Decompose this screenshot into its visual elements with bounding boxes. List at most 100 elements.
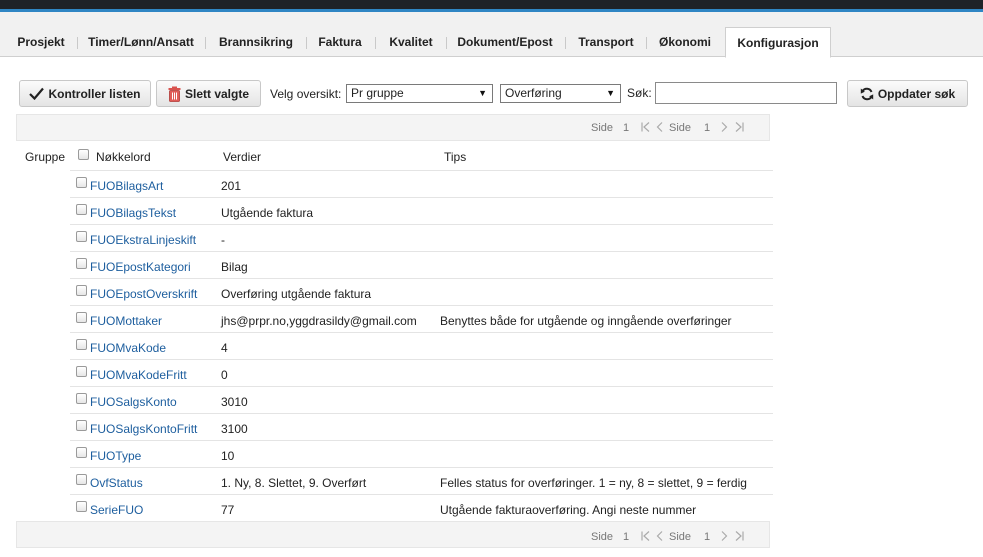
row-value: 201: [221, 179, 242, 193]
row-value: Bilag: [221, 260, 248, 274]
table-row: FUOMottaker jhs@prpr.no,yggdrasildy@gmai…: [70, 305, 773, 332]
tab-konfigurasjon[interactable]: Konfigurasjon: [725, 27, 831, 58]
refresh-search-button[interactable]: Oppdater søk: [847, 80, 968, 107]
first-page-icon[interactable]: [640, 530, 652, 545]
pager-total-pages: 1: [704, 531, 711, 543]
row-checkbox[interactable]: [76, 231, 87, 242]
pager-side-label: Side: [591, 122, 614, 134]
tab-separator: [77, 37, 78, 49]
row-key-link[interactable]: FUOType: [90, 449, 141, 463]
pager-current-page: 1: [623, 531, 630, 543]
row-tip: Felles status for overføringer. 1 = ny, …: [440, 476, 747, 490]
row-value: 77: [221, 503, 235, 517]
checkmark-icon: [29, 87, 45, 100]
row-key-link[interactable]: OvfStatus: [90, 476, 143, 490]
tab-prosjekt[interactable]: Prosjekt: [12, 27, 70, 57]
pager-total-pages: 1: [704, 122, 711, 134]
row-checkbox[interactable]: [76, 501, 87, 512]
pager-top: Side 1 Side 1: [16, 114, 770, 141]
pager-side-label: Side: [591, 531, 614, 543]
view-select[interactable]: Pr gruppe ▼: [346, 84, 493, 103]
row-tip: Utgående fakturaoverføring. Angi neste n…: [440, 503, 697, 517]
row-key-link[interactable]: FUOMvaKodeFritt: [90, 368, 187, 382]
column-header-values: Verdier: [223, 150, 262, 164]
row-value: 3010: [221, 395, 248, 409]
row-value: Overføring utgående faktura: [221, 287, 372, 301]
dropdown-arrow-icon: ▼: [606, 88, 615, 98]
select-all-checkbox[interactable]: [78, 149, 89, 160]
table-row: FUOEkstraLinjeskift -: [70, 224, 773, 251]
row-checkbox[interactable]: [76, 447, 87, 458]
row-key-link[interactable]: SerieFUO: [90, 503, 143, 517]
check-list-button[interactable]: Kontroller listen: [19, 80, 151, 107]
view-select-value: Pr gruppe: [351, 86, 404, 100]
row-key-link[interactable]: FUOEpostKategori: [90, 260, 191, 274]
row-key-link[interactable]: FUOBilagsArt: [90, 179, 163, 193]
table-row: FUOBilagsArt 201: [70, 170, 773, 197]
row-value: jhs@prpr.no,yggdrasildy@gmail.com: [221, 314, 417, 328]
row-key-link[interactable]: FUOSalgsKontoFritt: [90, 422, 197, 436]
tab-separator: [646, 37, 647, 49]
previous-page-icon[interactable]: [655, 121, 665, 136]
last-page-icon[interactable]: [733, 530, 745, 545]
row-value: 1. Ny, 8. Slettet, 9. Overført: [221, 476, 367, 490]
tab-separator: [565, 37, 566, 49]
type-select-value: Overføring: [505, 86, 562, 100]
table-row: FUOMvaKodeFritt 0: [70, 359, 773, 386]
row-key-link[interactable]: FUOSalgsKonto: [90, 395, 177, 409]
last-page-icon[interactable]: [733, 121, 745, 136]
trash-icon: [168, 86, 181, 102]
row-value: 0: [221, 368, 228, 382]
row-checkbox[interactable]: [76, 285, 87, 296]
table-row: OvfStatus 1. Ny, 8. Slettet, 9. Overført…: [70, 467, 773, 494]
tab-strip: Prosjekt Timer/Lønn/Ansatt Brannsikring …: [0, 12, 983, 58]
tab-dokument-epost[interactable]: Dokument/Epost: [452, 27, 558, 57]
check-list-button-label: Kontroller listen: [48, 86, 141, 101]
tab-okonomi[interactable]: Økonomi: [652, 27, 718, 57]
row-checkbox[interactable]: [76, 339, 87, 350]
row-checkbox[interactable]: [76, 393, 87, 404]
previous-page-icon[interactable]: [655, 530, 665, 545]
delete-selected-button[interactable]: Slett valgte: [156, 80, 261, 107]
row-checkbox[interactable]: [76, 258, 87, 269]
refresh-icon: [860, 87, 874, 101]
row-key-link[interactable]: FUOMvaKode: [90, 341, 166, 355]
table-header: Gruppe Nøkkelord Verdier Tips: [16, 146, 773, 170]
table-row: SerieFUO 77 Utgående fakturaoverføring. …: [70, 494, 773, 521]
row-key-link[interactable]: FUOEkstraLinjeskift: [90, 233, 196, 247]
tab-transport[interactable]: Transport: [572, 27, 640, 57]
row-tip: Benyttes både for utgående og inngående …: [440, 314, 732, 328]
refresh-search-button-label: Oppdater søk: [877, 86, 956, 101]
table-row: FUOEpostKategori Bilag: [70, 251, 773, 278]
row-value: 3100: [221, 422, 248, 436]
tab-brannsikring[interactable]: Brannsikring: [212, 27, 300, 57]
next-page-icon[interactable]: [719, 530, 729, 545]
tab-separator: [205, 37, 206, 49]
row-checkbox[interactable]: [76, 177, 87, 188]
tab-faktura[interactable]: Faktura: [312, 27, 368, 57]
search-label: Søk:: [627, 86, 652, 100]
pager-side-label-2: Side: [669, 531, 692, 543]
row-checkbox[interactable]: [76, 312, 87, 323]
row-value: Utgående faktura: [221, 206, 314, 220]
next-page-icon[interactable]: [719, 121, 729, 136]
row-value: 4: [221, 341, 228, 355]
row-key-link[interactable]: FUOMottaker: [90, 314, 162, 328]
type-select[interactable]: Overføring ▼: [500, 84, 621, 103]
search-input[interactable]: [655, 82, 837, 104]
tab-separator: [306, 37, 307, 49]
table-row: FUOType 10: [70, 440, 773, 467]
row-checkbox[interactable]: [76, 474, 87, 485]
row-checkbox[interactable]: [76, 420, 87, 431]
delete-selected-button-label: Slett valgte: [184, 86, 250, 101]
row-key-link[interactable]: FUOBilagsTekst: [90, 206, 176, 220]
tab-kvalitet[interactable]: Kvalitet: [382, 27, 440, 57]
row-checkbox[interactable]: [76, 366, 87, 377]
tab-timer-lonn-ansatt[interactable]: Timer/Lønn/Ansatt: [84, 27, 198, 57]
dropdown-arrow-icon: ▼: [478, 88, 487, 98]
view-label: Velg oversikt:: [270, 87, 342, 101]
first-page-icon[interactable]: [640, 121, 652, 136]
row-key-link[interactable]: FUOEpostOverskrift: [90, 287, 197, 301]
column-header-key: Nøkkelord: [96, 150, 151, 164]
row-checkbox[interactable]: [76, 204, 87, 215]
